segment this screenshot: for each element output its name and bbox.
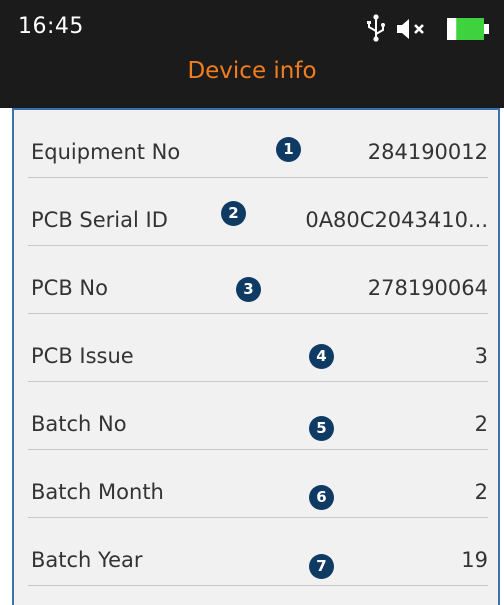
callout-badge: 3 [236, 277, 261, 302]
info-row-pcb-serial-id: PCB Serial ID 2 0A80C2043410... [14, 178, 498, 246]
row-value: 19 [461, 548, 488, 572]
info-row-equipment-no: Equipment No 1 284190012 [14, 110, 498, 178]
callout-badge: 7 [309, 554, 334, 579]
row-label: Equipment No [31, 140, 181, 164]
device-info-list: Equipment No 1 284190012 PCB Serial ID 2… [14, 110, 498, 605]
callout-badge: 6 [309, 485, 334, 510]
device-screen: 16:45 Device info Equipment No 1 2841900… [0, 0, 504, 605]
row-value: 2 [474, 480, 488, 504]
mute-icon [397, 19, 424, 39]
row-value: 278190064 [367, 276, 488, 300]
frame-border-right [498, 108, 500, 605]
row-divider [28, 585, 488, 586]
info-row-pcb-issue: PCB Issue 4 3 [14, 314, 498, 382]
row-label: Batch No [31, 412, 127, 436]
row-label: PCB No [31, 276, 108, 300]
header-bar: 16:45 Device info [0, 0, 504, 108]
info-row-pcb-no: PCB No 3 278190064 [14, 246, 498, 314]
row-value: 2 [474, 412, 488, 436]
row-label: PCB Serial ID [31, 208, 168, 232]
row-label: PCB Issue [31, 344, 134, 368]
info-row-batch-no: Batch No 5 2 [14, 382, 498, 450]
info-row-batch-month: Batch Month 6 2 [14, 450, 498, 518]
row-label: Batch Month [31, 480, 164, 504]
page-title: Device info [187, 58, 317, 84]
status-time: 16:45 [18, 14, 84, 39]
callout-badge: 1 [276, 137, 301, 162]
info-row-batch-year: Batch Year 7 19 [14, 518, 498, 586]
row-value: 284190012 [367, 140, 488, 164]
battery-icon [447, 18, 489, 40]
callout-badge: 2 [221, 201, 246, 226]
callout-badge: 5 [309, 416, 334, 441]
callout-badge: 4 [309, 344, 334, 369]
row-value: 3 [474, 344, 488, 368]
usb-icon [367, 14, 385, 42]
row-label: Batch Year [31, 548, 143, 572]
row-value: 0A80C2043410... [305, 208, 488, 232]
